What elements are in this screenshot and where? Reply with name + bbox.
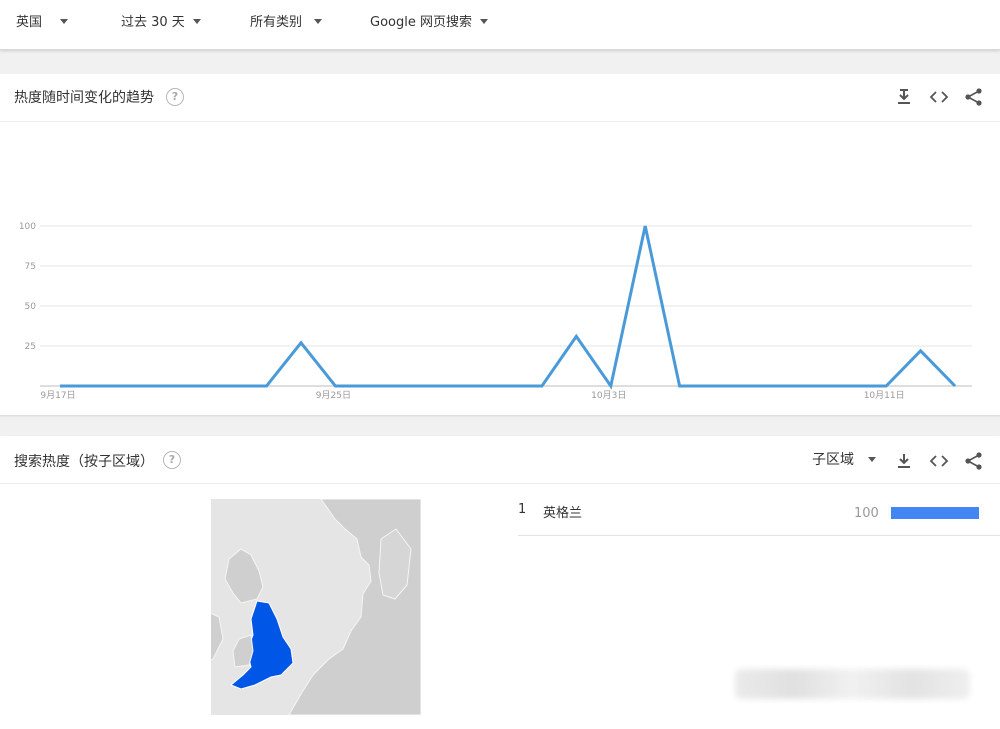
list-item[interactable]: 1 英格兰 100	[518, 494, 1000, 536]
interest-over-time-card: 热度随时间变化的趋势 ? 25 50 75 100 9月17日 9月25日 10月3日 10…	[0, 74, 1000, 415]
filter-bar: 英国 过去 30 天 所有类别 Google 网页搜索	[0, 0, 1000, 50]
time-range-label: 过去 30 天	[121, 15, 185, 30]
y-tick-label: 50	[25, 302, 37, 312]
chevron-down-icon	[868, 457, 876, 462]
y-tick-label: 25	[25, 342, 36, 352]
category-filter[interactable]: 所有类别	[250, 13, 323, 33]
chevron-down-icon	[314, 19, 323, 24]
region-bar-fill	[891, 507, 979, 519]
chevron-down-icon	[479, 19, 488, 24]
region-name: 英格兰	[543, 506, 583, 521]
x-tick-label: 9月25日	[316, 390, 351, 401]
time-range-filter[interactable]: 过去 30 天	[121, 13, 201, 33]
search-type-filter[interactable]: Google 网页搜索	[370, 13, 488, 33]
x-tick-label: 9月17日	[40, 390, 75, 401]
card-header: 热度随时间变化的趋势 ?	[0, 74, 1000, 122]
y-tick-label: 100	[19, 222, 36, 232]
embed-icon[interactable]	[929, 451, 949, 471]
download-icon[interactable]	[894, 87, 914, 107]
card-header: 搜索热度（按子区域） ? 子区域	[0, 436, 1000, 484]
region-filter-label: 英国	[16, 15, 43, 30]
share-icon[interactable]	[964, 451, 984, 471]
share-icon[interactable]	[964, 87, 984, 107]
region-bar	[891, 507, 979, 519]
chevron-down-icon	[192, 19, 201, 24]
chevron-down-icon	[60, 19, 69, 24]
x-tick-label: 10月11日	[864, 390, 905, 401]
category-label: 所有类别	[250, 15, 303, 30]
y-tick-label: 75	[25, 262, 36, 272]
help-icon[interactable]: ?	[166, 88, 184, 106]
region-rank: 1	[518, 502, 527, 517]
card-title: 搜索热度（按子区域）	[14, 454, 154, 470]
search-type-label: Google 网页搜索	[370, 15, 472, 30]
resolution-select[interactable]: 子区域	[812, 450, 876, 470]
embed-icon[interactable]	[929, 87, 949, 107]
trend-chart: 25 50 75 100 9月17日 9月25日 10月3日 10月11日	[19, 222, 972, 401]
region-filter[interactable]: 英国	[16, 13, 69, 33]
download-icon[interactable]	[894, 451, 914, 471]
blurred-watermark	[735, 669, 970, 699]
region-value: 100	[854, 506, 879, 521]
card-title: 热度随时间变化的趋势	[14, 90, 154, 106]
help-icon[interactable]: ?	[163, 451, 181, 469]
resolution-label: 子区域	[812, 452, 854, 468]
x-tick-label: 10月3日	[591, 390, 626, 401]
region-map[interactable]	[211, 499, 421, 715]
